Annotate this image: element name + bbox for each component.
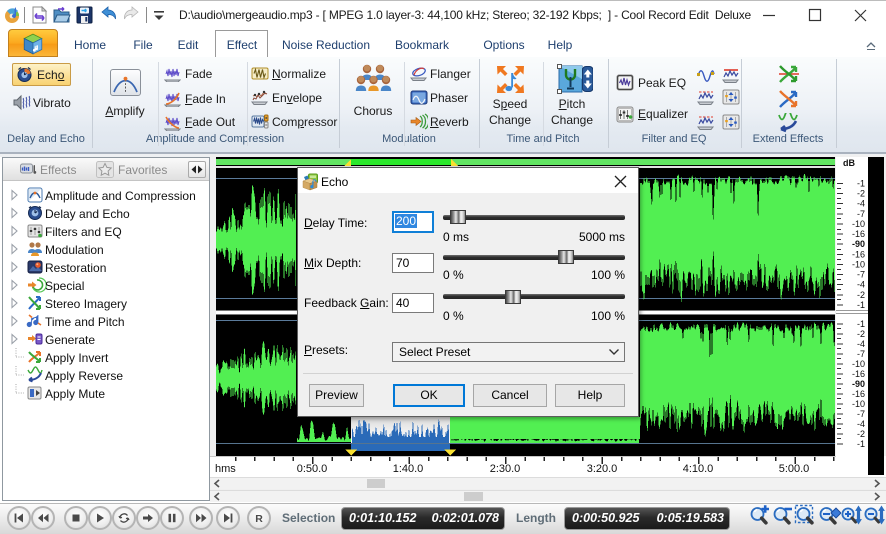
svg-text:-10: -10 [852,219,865,229]
svg-text:-90: -90 [852,379,865,389]
svg-text:2:30.0: 2:30.0 [490,463,521,475]
svg-text:1:40.0: 1:40.0 [393,463,424,475]
svg-text:-16: -16 [852,249,865,259]
svg-text:3:20.0: 3:20.0 [587,463,618,475]
svg-text:-10: -10 [852,399,865,409]
svg-text:-7: -7 [857,209,865,219]
svg-text:-4: -4 [857,419,865,429]
svg-text:-16: -16 [852,389,865,399]
svg-text:-1: -1 [857,300,865,310]
svg-text:-10: -10 [852,260,865,270]
svg-text:dB: dB [843,158,855,168]
svg-text:-16: -16 [852,369,865,379]
svg-text:-1: -1 [857,179,865,189]
svg-text:-2: -2 [857,189,865,199]
svg-text:-1: -1 [857,319,865,329]
svg-text:-7: -7 [857,270,865,280]
svg-text:-4: -4 [857,199,865,209]
svg-text:-4: -4 [857,280,865,290]
svg-text:-2: -2 [857,329,865,339]
svg-text:-7: -7 [857,349,865,359]
svg-text:hms: hms [215,463,236,475]
svg-text:-4: -4 [857,339,865,349]
svg-text:5:00.0: 5:00.0 [779,463,810,475]
svg-text:R: R [255,513,263,524]
svg-text:-16: -16 [852,229,865,239]
svg-text:0:50.0: 0:50.0 [297,463,328,475]
svg-text:-1: -1 [857,439,865,449]
svg-text:-10: -10 [852,359,865,369]
svg-text:-7: -7 [857,409,865,419]
svg-text:-90: -90 [852,239,865,249]
svg-text:4:10.0: 4:10.0 [683,463,714,475]
svg-text:-2: -2 [857,290,865,300]
svg-text:-2: -2 [857,429,865,439]
